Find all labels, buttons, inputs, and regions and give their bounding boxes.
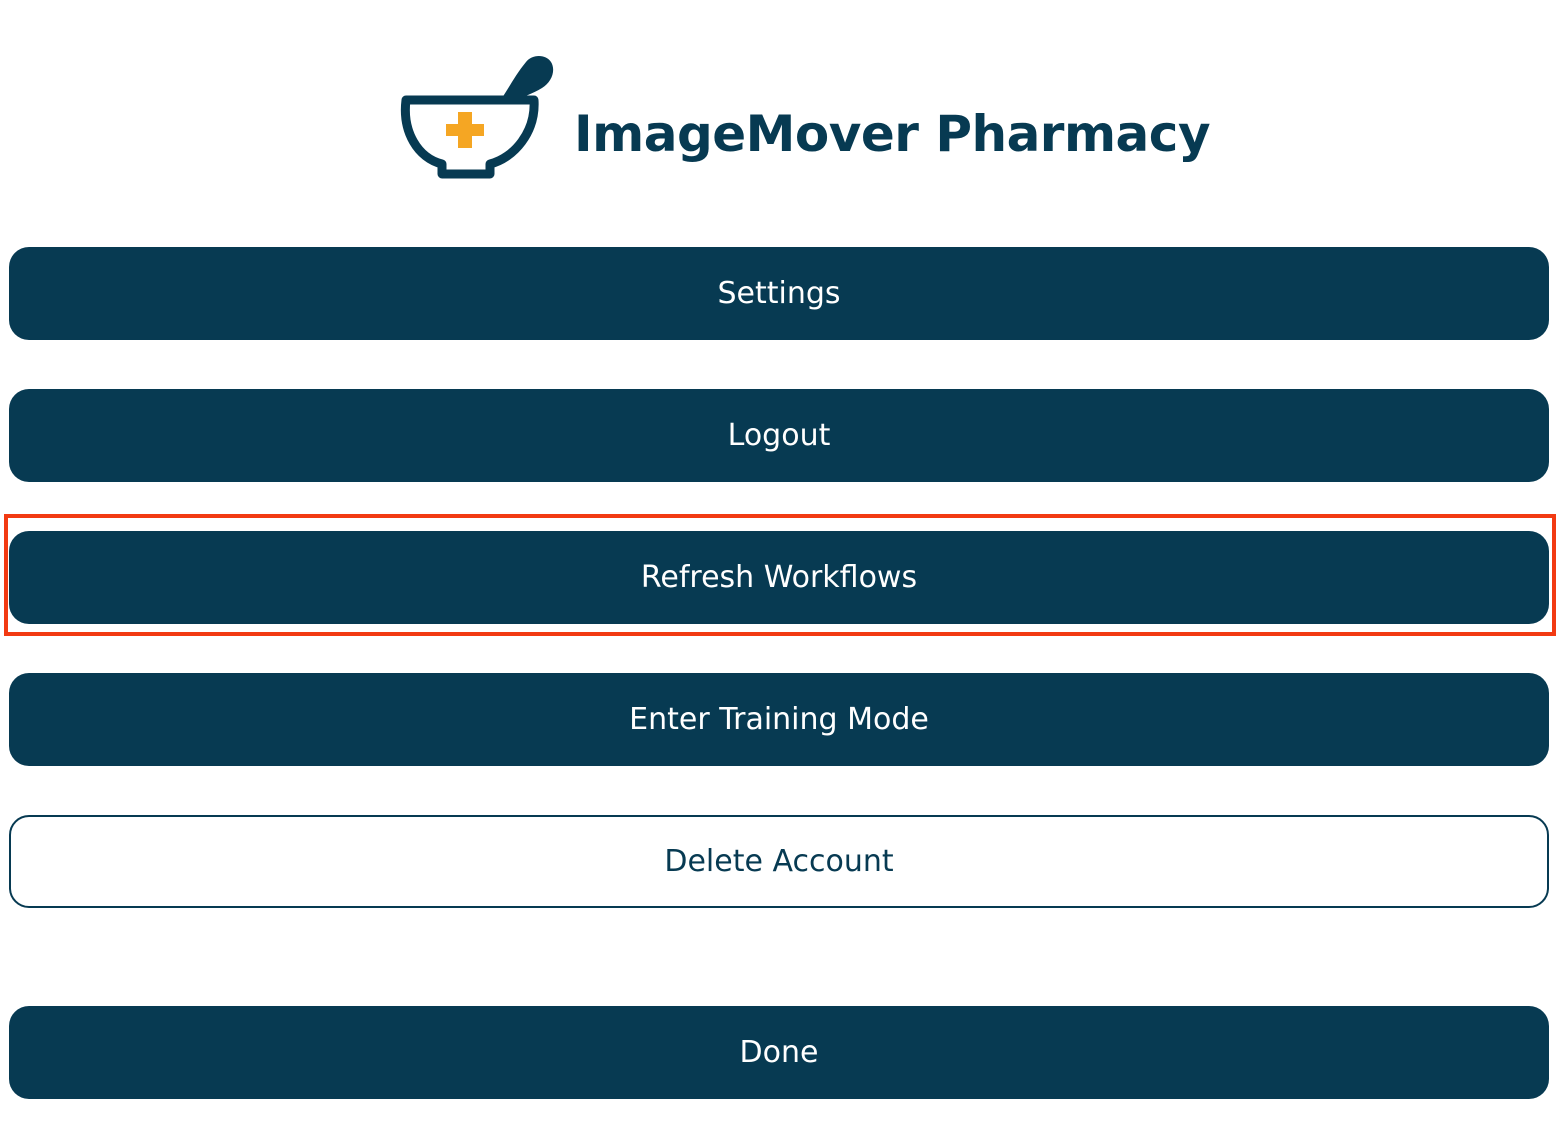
mortar-pestle-icon xyxy=(400,56,554,179)
refresh-workflows-button-label: Refresh Workflows xyxy=(640,560,918,595)
logout-button[interactable]: Logout xyxy=(9,389,1549,482)
settings-button[interactable]: Settings xyxy=(9,247,1549,340)
logout-button-label: Logout xyxy=(727,418,831,453)
enter-training-mode-button-label: Enter Training Mode xyxy=(629,702,929,737)
delete-account-button-label: Delete Account xyxy=(664,844,894,879)
done-button[interactable]: Done xyxy=(9,1006,1549,1099)
delete-account-button[interactable]: Delete Account xyxy=(9,815,1549,908)
pestle-shape xyxy=(502,56,554,100)
app-title: ImageMover Pharmacy xyxy=(574,105,1211,163)
settings-button-label: Settings xyxy=(717,276,841,311)
app-logo: ImageMover Pharmacy xyxy=(398,52,1211,186)
refresh-workflows-button[interactable]: Refresh Workflows xyxy=(9,531,1549,624)
done-button-label: Done xyxy=(739,1035,819,1070)
enter-training-mode-button[interactable]: Enter Training Mode xyxy=(9,673,1549,766)
